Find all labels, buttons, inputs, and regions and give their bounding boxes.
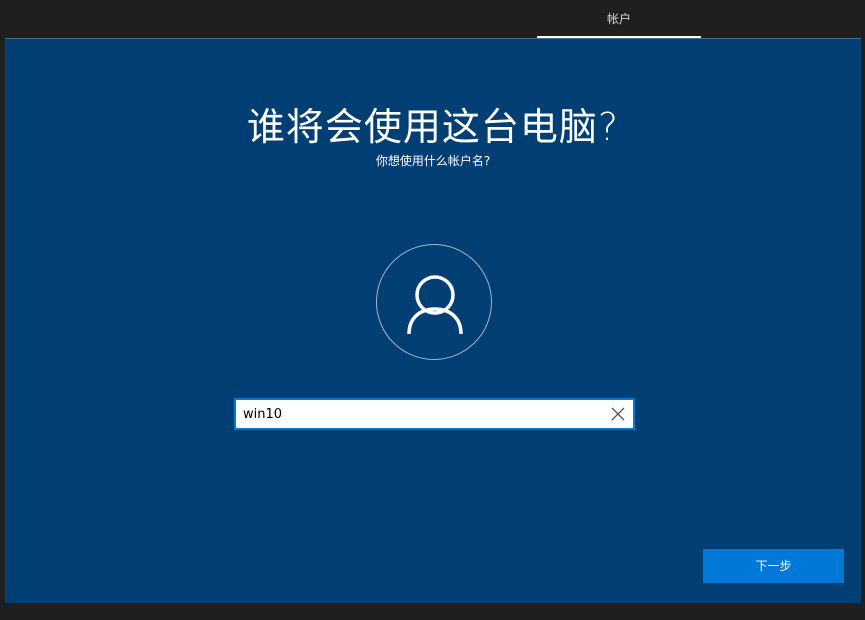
top-bar: 帐户 (0, 0, 865, 38)
page-title: 谁将会使用这台电脑? (246, 105, 620, 149)
microphone-icon[interactable] (60, 613, 68, 620)
bottom-bar (0, 603, 865, 620)
username-input[interactable] (236, 400, 596, 428)
avatar (376, 244, 492, 360)
user-icon (407, 275, 463, 335)
ease-of-access-icon[interactable] (18, 613, 28, 620)
clear-button[interactable] (603, 400, 633, 428)
tab-account[interactable]: 帐户 (537, 0, 701, 38)
next-button[interactable]: 下一步 (703, 549, 844, 583)
username-field (234, 398, 635, 430)
oobe-window: 帐户 谁将会使用这台电脑? 你想使用什么帐户名? 下一步 (0, 0, 865, 620)
setup-panel: 谁将会使用这台电脑? 你想使用什么帐户名? 下一步 (5, 38, 861, 603)
page-subtitle: 你想使用什么帐户名? (375, 154, 491, 168)
close-icon (611, 407, 625, 421)
